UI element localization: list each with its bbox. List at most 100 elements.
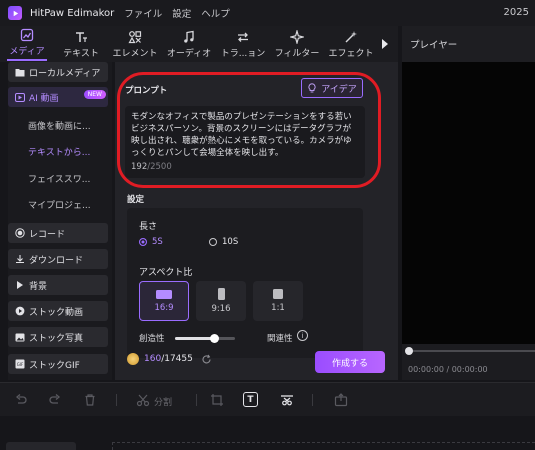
- sidebar-item-label: 画像を動画に...: [28, 121, 91, 132]
- sidebar-item-stock-photo[interactable]: ストック写真: [8, 327, 108, 347]
- filter-icon: [290, 29, 304, 44]
- sidebar-item-my-projects[interactable]: マイプロジェ...: [8, 194, 108, 214]
- folder-icon: [14, 67, 25, 77]
- tab-transition[interactable]: トラ...ョン: [216, 26, 270, 62]
- length-label: 長さ: [139, 222, 158, 232]
- tab-element-label: エレメント: [112, 48, 158, 59]
- prompt-char-max: /2500: [147, 162, 172, 172]
- sidebar-item-text-to-video[interactable]: テキストから...: [8, 141, 108, 161]
- crop-icon[interactable]: [210, 393, 224, 407]
- idea-button[interactable]: アイデア: [301, 78, 363, 98]
- credits-display: 160 /17455: [127, 353, 212, 365]
- sidebar-item-local-media[interactable]: ローカルメディア: [8, 62, 108, 82]
- tab-element[interactable]: エレメント: [108, 26, 162, 62]
- tab-media[interactable]: メディア: [0, 26, 54, 62]
- prompt-char-used: 192: [131, 162, 148, 172]
- refresh-icon[interactable]: [201, 354, 212, 365]
- menu-help[interactable]: ヘルプ: [201, 6, 230, 20]
- app-title: HitPaw Edimakor: [30, 7, 115, 19]
- sidebar-item-label: 背景: [29, 281, 48, 292]
- radio-icon: [209, 238, 217, 246]
- sidebar-item-label: AI 動画: [29, 93, 59, 104]
- toolbar-more-button[interactable]: [378, 26, 392, 62]
- chevron-right-icon: [382, 39, 388, 49]
- new-badge: NEW: [83, 90, 106, 99]
- sidebar-item-label: テキストから...: [28, 147, 91, 158]
- player-controls: 00:00:00 / 00:00:00: [402, 344, 535, 380]
- aspect-ratio-label: アスペクト比: [139, 268, 193, 278]
- effect-icon: [345, 30, 357, 42]
- menu-file[interactable]: ファイル: [124, 6, 162, 20]
- prompt-text: モダンなオフィスで製品のプレゼンテーションをする若いビジネスパーソン。背景のスク…: [131, 112, 352, 158]
- tab-effect[interactable]: エフェクト: [324, 26, 378, 62]
- sidebar-item-label: レコード: [29, 229, 66, 240]
- prompt-textarea[interactable]: モダンなオフィスで製品のプレゼンテーションをする若いビジネスパーソン。背景のスク…: [125, 106, 365, 178]
- triangle-right-icon: [14, 280, 25, 290]
- tab-text[interactable]: テキスト: [54, 26, 108, 62]
- sidebar-item-background[interactable]: 背景: [8, 275, 108, 295]
- length-option-label: 10S: [222, 237, 239, 247]
- sidebar-item-record[interactable]: レコード: [8, 223, 108, 243]
- split-icon[interactable]: [136, 393, 150, 407]
- sidebar-item-stock-gif[interactable]: GIF ストックGIF: [8, 354, 108, 374]
- sidebar-item-image-to-video[interactable]: 画像を動画に...: [8, 115, 108, 135]
- sidebar-item-ai-video[interactable]: AI 動画 NEW: [8, 87, 108, 107]
- creativity-label: 創造性: [139, 334, 165, 344]
- text-tool-icon[interactable]: T: [243, 392, 258, 407]
- create-button-label: 作成する: [331, 358, 368, 369]
- sidebar-item-stock-video[interactable]: ストック動画: [8, 301, 108, 321]
- sidebar-item-download[interactable]: ダウンロード: [8, 249, 108, 269]
- length-option-5s[interactable]: 5S: [139, 237, 163, 247]
- playback-progress-track[interactable]: [408, 350, 535, 352]
- settings-panel: 長さ 5S 10S アスペクト比 16:9 9:16 1:1 創造性 関連性 i: [127, 208, 363, 358]
- player-timecode: 00:00:00 / 00:00:00: [408, 365, 488, 374]
- prompt-label: プロンプト: [125, 86, 168, 96]
- idea-button-label: アイデア: [321, 84, 357, 95]
- sidebar-item-label: マイプロジェ...: [28, 200, 91, 211]
- landscape-icon: [156, 289, 172, 299]
- toolbar-divider: [196, 394, 197, 406]
- redo-icon[interactable]: [48, 393, 62, 407]
- aspect-option-1-1[interactable]: 1:1: [253, 281, 303, 321]
- tab-audio-label: オーディオ: [166, 48, 212, 59]
- coin-icon: [127, 353, 139, 365]
- download-icon: [14, 254, 25, 264]
- tab-audio[interactable]: オーディオ: [162, 26, 216, 62]
- undo-icon[interactable]: [14, 393, 28, 407]
- cut-tool-icon[interactable]: [280, 393, 294, 407]
- image-icon: [14, 332, 25, 342]
- creativity-slider-handle[interactable]: [209, 334, 219, 343]
- track-drop-zone[interactable]: [112, 442, 535, 450]
- settings-label: 設定: [127, 195, 145, 205]
- length-option-10s[interactable]: 10S: [209, 237, 238, 247]
- delete-icon[interactable]: [83, 393, 97, 407]
- menu-settings[interactable]: 設定: [172, 6, 191, 20]
- creativity-slider-fill: [175, 337, 214, 340]
- sidebar-item-face-swap[interactable]: フェイススワ...: [8, 168, 108, 188]
- aspect-option-label: 9:16: [211, 304, 231, 314]
- aspect-option-9-16[interactable]: 9:16: [196, 281, 246, 321]
- tab-filter-label: フィルター: [274, 48, 320, 59]
- creativity-slider[interactable]: [175, 334, 235, 343]
- play-icon: [14, 306, 25, 316]
- track-header: [6, 442, 76, 450]
- tab-text-label: テキスト: [63, 48, 99, 59]
- sidebar-item-label: ストックGIF: [29, 360, 80, 371]
- tab-effect-label: エフェクト: [328, 48, 374, 59]
- aspect-option-16-9[interactable]: 16:9: [139, 281, 189, 321]
- create-button[interactable]: 作成する: [315, 351, 385, 373]
- length-option-label: 5S: [152, 237, 163, 247]
- tab-filter[interactable]: フィルター: [270, 26, 324, 62]
- export-frame-icon[interactable]: [334, 393, 348, 407]
- tab-media-label: メディア: [9, 46, 45, 57]
- toolbar-divider: [312, 394, 313, 406]
- aspect-option-label: 1:1: [271, 303, 285, 313]
- info-icon[interactable]: i: [297, 330, 308, 341]
- player-header: プレイヤー: [402, 26, 535, 62]
- media-sidebar: ローカルメディア AI 動画 NEW 画像を動画に... テキストから... フ…: [8, 62, 112, 380]
- split-label: 分割: [154, 398, 173, 408]
- sidebar-item-label: フェイススワ...: [28, 174, 91, 185]
- player-canvas: [402, 62, 535, 344]
- playback-progress-handle[interactable]: [405, 347, 413, 355]
- record-icon: [14, 228, 25, 238]
